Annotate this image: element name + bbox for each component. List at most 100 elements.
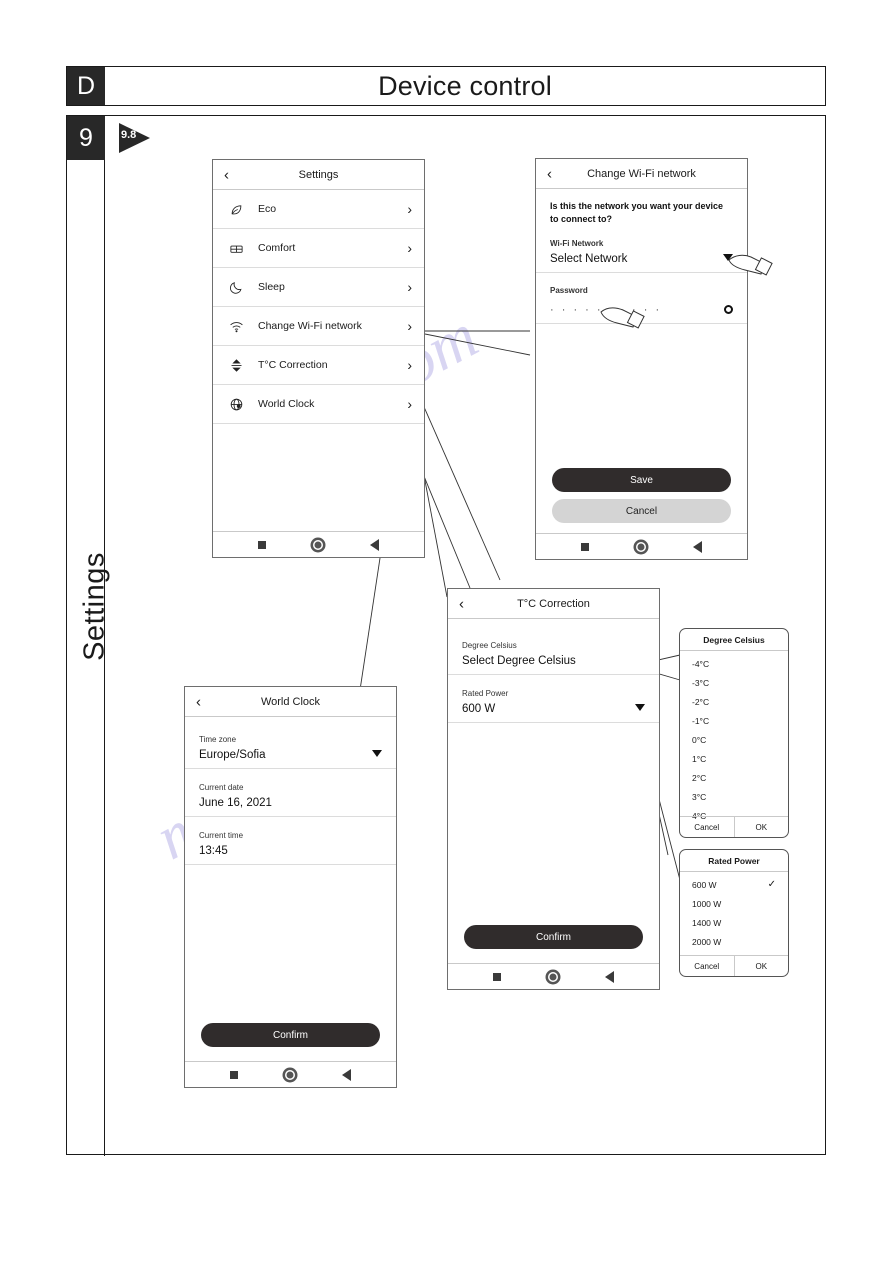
rated-power-value: 600 W [462, 703, 496, 715]
triangle-back-icon[interactable] [604, 970, 614, 983]
hand-pointer-icon [728, 254, 773, 276]
dialog-option[interactable]: 1400 W [680, 913, 788, 932]
dialog-option[interactable]: -2°C [680, 692, 788, 711]
phone-screen-world-clock: ‹ World Clock Time zone Europe/Sofia Cur… [184, 686, 397, 1088]
sidebar-item-world-clock[interactable]: World Clock › [213, 385, 424, 424]
wifi-titlebar: ‹ Change Wi-Fi network [536, 159, 747, 189]
chevron-right-icon: › [407, 318, 412, 334]
dialog-option[interactable]: -1°C [680, 711, 788, 730]
triangle-back-icon[interactable] [692, 540, 702, 553]
world-clock-form: Time zone Europe/Sofia Current date June… [185, 717, 396, 1061]
phone-screen-settings: ‹ Settings Eco › Comfort › Sleep › Chang… [212, 159, 425, 558]
dialog-option[interactable]: -4°C [680, 654, 788, 673]
ok-button[interactable]: OK [735, 817, 789, 837]
circle-icon[interactable] [284, 1069, 295, 1080]
dialog-option-label: -3°C [692, 677, 710, 688]
dialog-degree-celsius: Degree Celsius -4°C -3°C -2°C -1°C 0°C 1°C 2°C… [679, 628, 789, 838]
timezone-label: Time zone [199, 735, 237, 744]
sidebar-item-label: Comfort [258, 242, 296, 254]
circle-icon[interactable] [312, 539, 323, 550]
correction-title: T°C Correction [517, 597, 590, 610]
ok-button[interactable]: OK [735, 956, 789, 976]
timezone-field[interactable]: Time zone Europe/Sofia [185, 717, 396, 769]
chevron-down-icon[interactable] [372, 750, 382, 757]
degree-celsius-field[interactable]: Degree Celsius Select Degree Celsius [448, 619, 659, 675]
sidebar-item-label: Change Wi-Fi network [258, 320, 362, 332]
world-clock-titlebar: ‹ World Clock [185, 687, 396, 717]
hand-pointer-icon [600, 307, 645, 329]
sidebar-item-label: Eco [258, 203, 277, 215]
sidebar-item-label: World Clock [258, 398, 315, 410]
confirm-button[interactable]: Confirm [201, 1023, 380, 1047]
dialog-option[interactable]: 600 W ✓ [680, 875, 788, 894]
wifi-icon [223, 319, 249, 334]
android-nav-bar [213, 531, 424, 557]
rated-power-field[interactable]: Rated Power 600 W [448, 675, 659, 723]
chevron-left-icon[interactable]: ‹ [196, 694, 201, 709]
cancel-button[interactable]: Cancel [552, 499, 731, 523]
circle-icon[interactable] [635, 541, 646, 552]
wifi-question: Is this the network you want your device… [550, 201, 724, 225]
triangle-back-icon[interactable] [341, 1068, 351, 1081]
chevron-left-icon[interactable]: ‹ [459, 596, 464, 611]
dialog-option-label: -2°C [692, 696, 710, 707]
triangle-back-icon[interactable] [369, 538, 379, 551]
correction-form: Degree Celsius Select Degree Celsius Rat… [448, 619, 659, 963]
dialog-title: Degree Celsius [680, 629, 788, 651]
dialog-option[interactable]: 2000 W [680, 932, 788, 951]
cancel-button[interactable]: Cancel [680, 817, 735, 837]
sidebar-item-eco[interactable]: Eco › [213, 190, 424, 229]
square-icon[interactable] [258, 540, 267, 549]
leaf-icon [223, 202, 249, 217]
world-clock-title: World Clock [260, 695, 321, 708]
square-icon[interactable] [493, 972, 502, 981]
current-time-field: Current time 13:45 [185, 817, 396, 865]
dialog-option[interactable]: 0°C [680, 730, 788, 749]
dialog-option-label: -4°C [692, 658, 710, 669]
square-icon[interactable] [581, 542, 590, 551]
current-date-label: Current date [199, 783, 244, 792]
wifi-password-label: Password [550, 286, 588, 296]
save-button[interactable]: Save [552, 468, 731, 492]
degree-celsius-label: Degree Celsius [462, 641, 517, 650]
dialog-option-label: 2°C [692, 772, 707, 783]
page-title: Device control [378, 70, 552, 101]
side-rail: Settings [67, 160, 111, 1156]
chevron-left-icon[interactable]: ‹ [224, 167, 229, 182]
sidebar-item-label: Sleep [258, 281, 285, 293]
dialog-option[interactable]: 2°C [680, 768, 788, 787]
updown-arrows-icon [223, 358, 249, 373]
dialog-option-label: -1°C [692, 715, 710, 726]
dialog-option[interactable]: -3°C [680, 673, 788, 692]
current-time-label: Current time [199, 831, 244, 840]
dialog-option[interactable]: 1000 W [680, 894, 788, 913]
circle-icon[interactable] [547, 971, 558, 982]
dialog-option[interactable]: 3°C [680, 787, 788, 806]
android-nav-bar [185, 1061, 396, 1087]
chevron-down-icon[interactable] [635, 704, 645, 711]
globe-icon [223, 397, 249, 412]
sidebar-item-temp-correction[interactable]: T°C Correction › [213, 346, 424, 385]
chevron-right-icon: › [407, 357, 412, 373]
dialog-actions: Cancel OK [680, 955, 788, 976]
confirm-button[interactable]: Confirm [464, 925, 643, 949]
manual-page: e.com manual D Device control 9 Settings… [0, 0, 893, 1263]
settings-list: Eco › Comfort › Sleep › Change Wi-Fi net… [213, 190, 424, 531]
sidebar-item-comfort[interactable]: Comfort › [213, 229, 424, 268]
square-icon[interactable] [230, 1070, 239, 1079]
wifi-network-field[interactable]: Wi-Fi Network Select Network [536, 230, 747, 274]
degree-option-list: -4°C -3°C -2°C -1°C 0°C 1°C 2°C 3°C 4°C [680, 651, 788, 828]
rated-power-label: Rated Power [462, 689, 509, 698]
dialog-option-label: 2000 W [692, 936, 722, 947]
substep-number: 9.8 [121, 129, 137, 141]
dialog-rated-power: Rated Power 600 W ✓ 1000 W 1400 W 2000 W Can… [679, 849, 789, 977]
power-option-list: 600 W ✓ 1000 W 1400 W 2000 W [680, 872, 788, 954]
sidebar-item-change-wifi[interactable]: Change Wi-Fi network › [213, 307, 424, 346]
sidebar-item-sleep[interactable]: Sleep › [213, 268, 424, 307]
settings-titlebar: ‹ Settings [213, 160, 424, 190]
dialog-option[interactable]: 1°C [680, 749, 788, 768]
wifi-network-value: Select Network [550, 253, 628, 266]
chevron-left-icon[interactable]: ‹ [547, 166, 552, 181]
cancel-button[interactable]: Cancel [680, 956, 735, 976]
check-icon: ✓ [767, 879, 776, 890]
